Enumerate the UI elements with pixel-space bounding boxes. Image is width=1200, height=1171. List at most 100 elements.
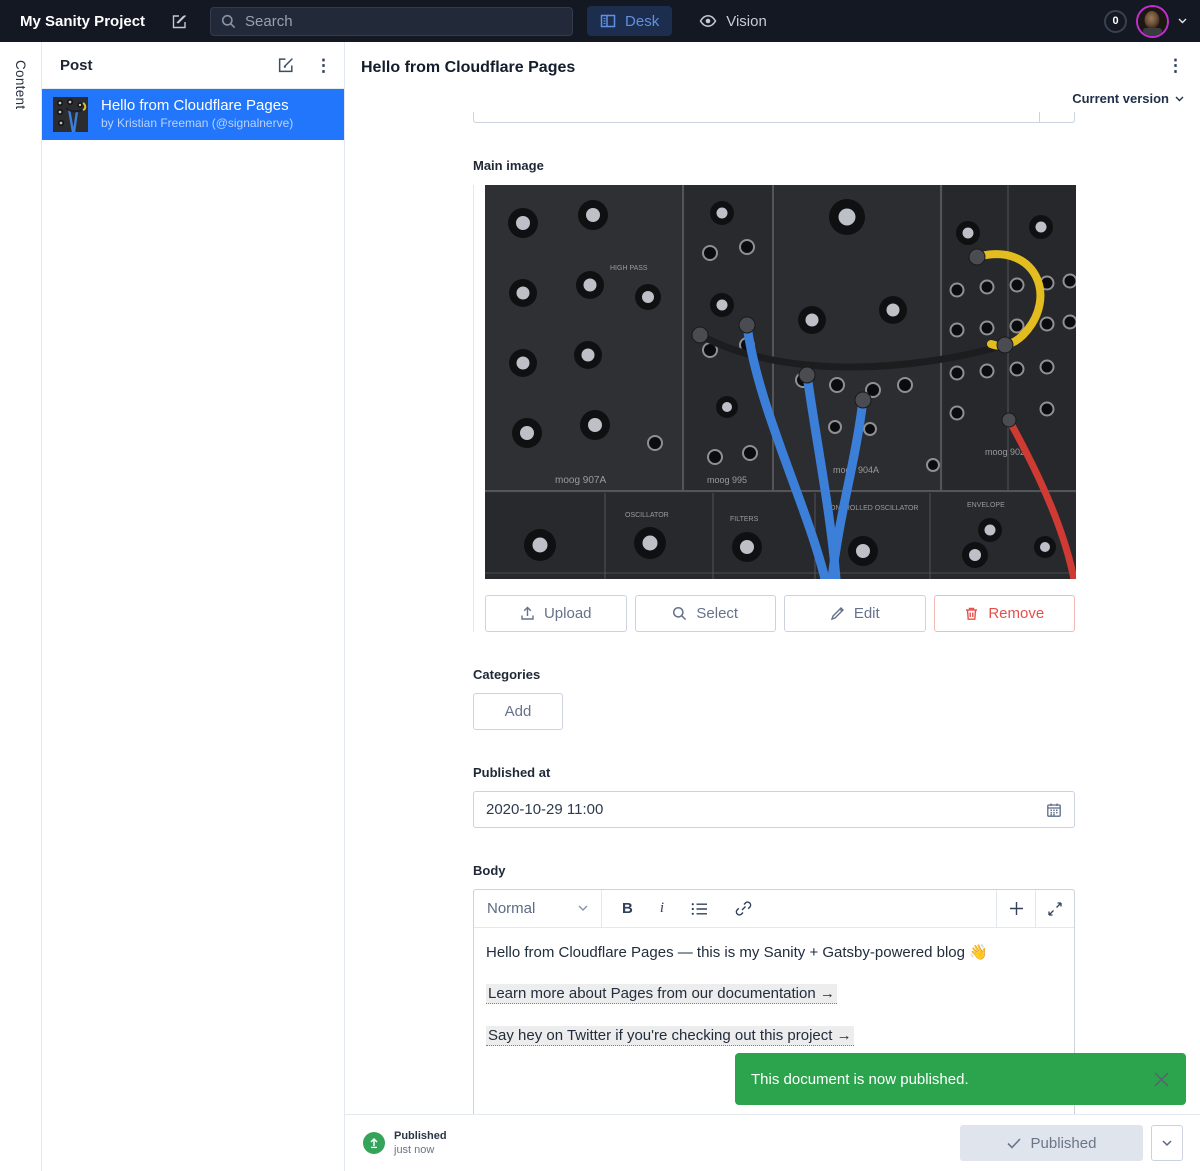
document-form: Main image moog 907A moog 995 moog 904A … bbox=[473, 112, 1076, 1171]
tab-desk-label: Desk bbox=[625, 12, 660, 30]
tab-desk[interactable]: Desk bbox=[587, 6, 673, 36]
document-menu-button[interactable]: ⋮ bbox=[1167, 57, 1184, 74]
svg-text:FILTERS: FILTERS bbox=[730, 516, 759, 523]
list-pane-title: Post bbox=[60, 56, 93, 74]
document-footer: Published just now Published bbox=[345, 1114, 1200, 1171]
main-image-field: moog 907A moog 995 moog 904A moog 902 OS… bbox=[473, 185, 1076, 632]
version-selector[interactable]: Current version bbox=[1072, 91, 1184, 106]
project-title: My Sanity Project bbox=[20, 12, 146, 30]
upload-label: Upload bbox=[543, 605, 592, 622]
version-label: Current version bbox=[1072, 91, 1169, 106]
publish-status: Published just now bbox=[363, 1129, 447, 1158]
editor-toolbar: Normal B i bbox=[474, 890, 1074, 928]
sanity-studio: My Sanity Project Search Desk Vision 0 C… bbox=[0, 0, 1200, 1171]
chevron-down-icon bbox=[1175, 96, 1184, 102]
list-item-text: Hello from Cloudflare Pages by Kristian … bbox=[101, 97, 293, 131]
published-at-label: Published at bbox=[473, 765, 551, 780]
new-document-button[interactable] bbox=[171, 13, 188, 30]
svg-text:OSCILLATOR: OSCILLATOR bbox=[625, 512, 669, 519]
link-button[interactable] bbox=[735, 900, 752, 917]
remove-button[interactable]: Remove bbox=[933, 595, 1075, 632]
edit-label: Edit bbox=[853, 605, 880, 622]
create-post-button[interactable] bbox=[277, 56, 295, 74]
list-item-thumbnail bbox=[53, 97, 88, 132]
bold-button[interactable]: B bbox=[622, 900, 633, 917]
svg-text:moog 907A: moog 907A bbox=[555, 475, 606, 486]
document-header: Hello from Cloudflare Pages ⋮ Current ve… bbox=[345, 42, 1200, 112]
footer-actions: Published bbox=[960, 1125, 1183, 1161]
fullscreen-button[interactable] bbox=[1035, 890, 1074, 927]
body-label: Body bbox=[473, 863, 506, 878]
field-divider bbox=[1039, 112, 1040, 122]
tab-vision-label: Vision bbox=[726, 12, 767, 30]
publish-status-time: just now bbox=[394, 1144, 435, 1156]
content-tool-label[interactable]: Content bbox=[13, 60, 28, 109]
check-icon bbox=[1006, 1137, 1021, 1149]
main-image-preview[interactable]: moog 907A moog 995 moog 904A moog 902 OS… bbox=[485, 185, 1076, 579]
chevron-down-icon[interactable] bbox=[1178, 18, 1187, 24]
add-label: Add bbox=[504, 703, 532, 720]
remove-label: Remove bbox=[988, 605, 1045, 622]
trash-icon bbox=[964, 606, 979, 621]
list-item[interactable]: Hello from Cloudflare Pages by Kristian … bbox=[42, 89, 344, 140]
list-item-title: Hello from Cloudflare Pages bbox=[101, 97, 289, 115]
main-image-label: Main image bbox=[473, 158, 544, 173]
bulleted-list-button[interactable] bbox=[691, 902, 708, 916]
search-field[interactable] bbox=[245, 12, 563, 30]
publish-status-text: Published just now bbox=[394, 1129, 447, 1158]
published-at-input[interactable]: 2020-10-29 11:00 bbox=[473, 791, 1075, 828]
eye-icon bbox=[699, 14, 717, 28]
document-list-pane: Post ⋮ Hello from Cloudflare Pages by Kr… bbox=[42, 42, 345, 1171]
tool-sidebar: Content bbox=[0, 42, 42, 1171]
upload-button[interactable]: Upload bbox=[485, 595, 627, 632]
search-input[interactable] bbox=[210, 6, 574, 36]
expand-icon bbox=[1048, 901, 1062, 916]
calendar-icon[interactable] bbox=[1046, 802, 1062, 818]
tab-vision[interactable]: Vision bbox=[686, 6, 780, 36]
italic-button[interactable]: i bbox=[660, 900, 664, 917]
search-icon bbox=[672, 606, 687, 621]
menu-dots-icon: ⋮ bbox=[315, 55, 332, 75]
notifications-badge[interactable]: 0 bbox=[1104, 9, 1127, 33]
close-icon[interactable] bbox=[1153, 1071, 1170, 1088]
clipped-field-input[interactable] bbox=[473, 112, 1075, 123]
svg-text:HIGH PASS: HIGH PASS bbox=[610, 265, 648, 272]
publish-button-label: Published bbox=[1030, 1134, 1097, 1152]
publish-status-label: Published bbox=[394, 1129, 447, 1142]
menu-dots-icon: ⋮ bbox=[1167, 56, 1184, 75]
top-navbar: My Sanity Project Search Desk Vision 0 bbox=[0, 0, 1200, 42]
block-style-select[interactable]: Normal bbox=[474, 890, 602, 927]
select-label: Select bbox=[696, 605, 739, 622]
insert-block-button[interactable] bbox=[996, 890, 1035, 927]
list-item-subtitle: by Kristian Freeman (@signalnerve) bbox=[101, 116, 294, 131]
block-style-value: Normal bbox=[487, 900, 536, 917]
plus-icon bbox=[1009, 901, 1024, 916]
svg-text:moog 995: moog 995 bbox=[707, 475, 747, 485]
categories-label: Categories bbox=[473, 667, 541, 682]
navbar-right: 0 bbox=[1104, 6, 1187, 36]
add-category-button[interactable]: Add bbox=[473, 693, 563, 730]
document-editor-pane: Hello from Cloudflare Pages ⋮ Current ve… bbox=[345, 42, 1200, 1171]
body-link[interactable]: Learn more about Pages from our document… bbox=[486, 984, 837, 1005]
publish-button[interactable]: Published bbox=[960, 1125, 1143, 1161]
published-at-value: 2020-10-29 11:00 bbox=[486, 801, 604, 818]
avatar[interactable] bbox=[1138, 6, 1167, 36]
image-actions: Upload Select Edit Remove bbox=[485, 595, 1075, 632]
select-button[interactable]: Select bbox=[634, 595, 776, 632]
publish-icon bbox=[363, 1132, 385, 1154]
list-menu-button[interactable]: ⋮ bbox=[315, 57, 332, 74]
svg-text:moog 902: moog 902 bbox=[985, 447, 1025, 457]
list-pane-header: Post ⋮ bbox=[42, 42, 344, 89]
chevron-down-icon bbox=[1162, 1139, 1172, 1147]
body-paragraph: Learn more about Pages from our document… bbox=[486, 984, 1062, 1005]
toast-message: This document is now published. bbox=[751, 1070, 969, 1088]
publish-menu-button[interactable] bbox=[1151, 1125, 1183, 1161]
compose-icon bbox=[171, 13, 188, 30]
body-link[interactable]: Say hey on Twitter if you're checking ou… bbox=[486, 1025, 854, 1046]
body-paragraph: Say hey on Twitter if you're checking ou… bbox=[486, 1025, 1062, 1046]
publish-toast: This document is now published. bbox=[735, 1053, 1186, 1105]
columns-icon bbox=[600, 13, 616, 29]
edit-button[interactable]: Edit bbox=[784, 595, 926, 632]
body-paragraph[interactable]: Hello from Cloudflare Pages — this is my… bbox=[486, 943, 1062, 963]
